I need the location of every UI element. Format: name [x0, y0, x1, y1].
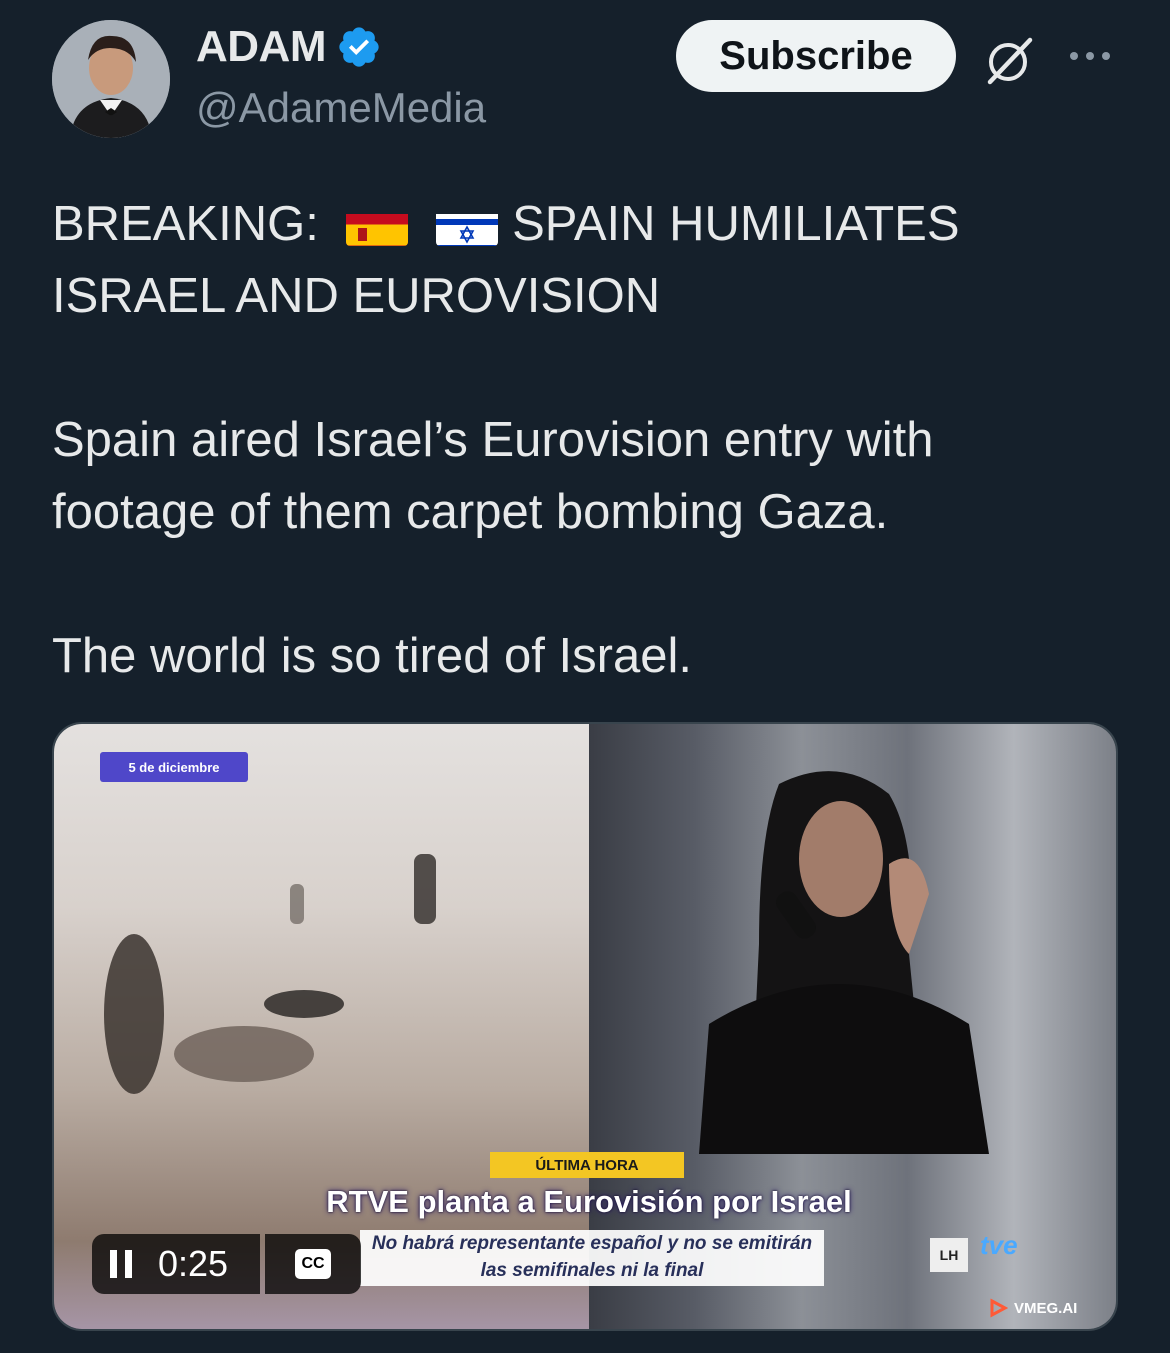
tweet-line-2: ISRAEL AND EUROVISION — [52, 269, 661, 323]
grok-icon[interactable] — [982, 32, 1038, 88]
verified-badge-icon — [339, 27, 379, 67]
news-subline: No habrá representante español y no se e… — [360, 1230, 824, 1286]
more-dots-icon[interactable] — [1066, 44, 1114, 68]
playback-control[interactable]: 0:25 — [92, 1234, 260, 1294]
watermark: VMEG.AI — [988, 1294, 1108, 1322]
israel-flag-icon — [436, 204, 499, 246]
closed-captions-icon: CC — [295, 1249, 331, 1279]
channel-tve-logo: tve — [980, 1230, 1018, 1260]
watermark-text: VMEG.AI — [1014, 1299, 1078, 1317]
tweet-paragraph-2: Spain aired Israel’s Eurovision entry wi… — [52, 413, 934, 539]
date-chip: 5 de diciembre — [100, 752, 248, 782]
avatar[interactable] — [52, 20, 170, 138]
channel-lh-logo: LH — [930, 1238, 968, 1272]
tweet-paragraph-3: The world is so tired of Israel. — [52, 629, 692, 683]
subscribe-button[interactable]: Subscribe — [676, 20, 956, 92]
breaking-label: BREAKING: — [52, 197, 319, 251]
current-time: 0:25 — [158, 1243, 229, 1284]
play-logo-icon — [990, 1298, 1008, 1318]
closed-captions-button[interactable]: CC — [265, 1234, 361, 1294]
breaking-news-tag: ÚLTIMA HORA — [490, 1152, 684, 1178]
video-player[interactable]: 5 de diciembre ÚLTIMA HORA RTVE planta a… — [52, 722, 1118, 1331]
author-name-row: ADAM — [196, 22, 382, 72]
spain-flag-icon — [346, 204, 409, 246]
news-headline: RTVE planta a Eurovisión por Israel — [326, 1184, 852, 1219]
author-name[interactable]: ADAM — [196, 22, 326, 72]
headline-part-1: SPAIN HUMILIATES — [512, 197, 960, 251]
tweet-text: BREAKING: SPAIN HUMILIATES ISRAEL AND EU… — [52, 188, 1132, 692]
tweet-line-1: BREAKING: SPAIN HUMILIATES — [52, 188, 1132, 260]
pause-icon[interactable] — [108, 1248, 134, 1280]
author-handle[interactable]: @AdameMedia — [196, 84, 486, 132]
